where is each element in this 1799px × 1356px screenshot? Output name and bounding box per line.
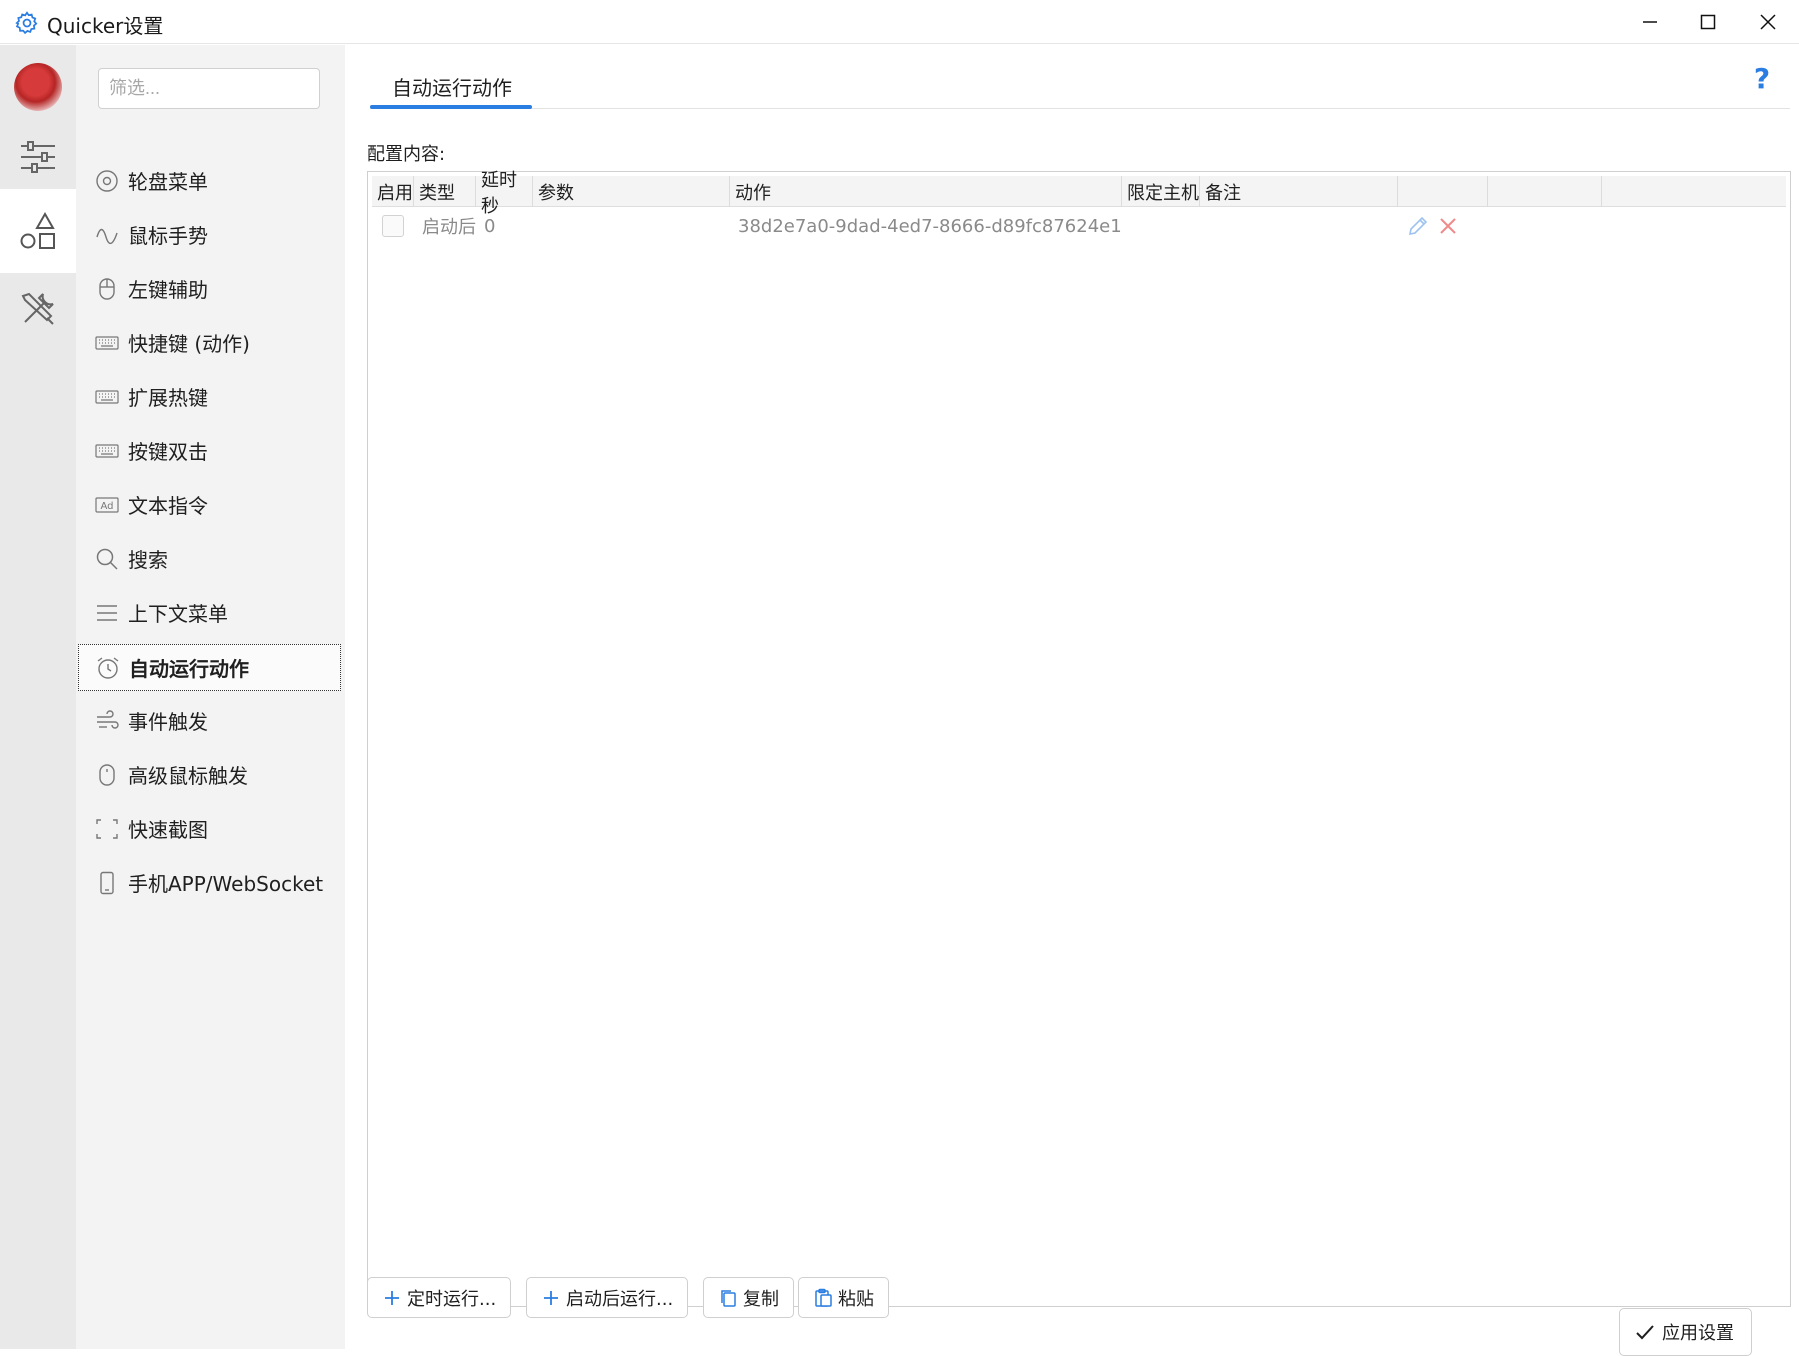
- copy-icon: [718, 1288, 738, 1308]
- add-timer-button[interactable]: 定时运行...: [367, 1277, 512, 1318]
- help-button[interactable]: ?: [1747, 61, 1777, 95]
- maximize-button[interactable]: [1677, 0, 1739, 44]
- svg-text:Ad: Ad: [100, 501, 113, 512]
- column-header-params[interactable]: 参数: [533, 176, 730, 207]
- enabled-checkbox[interactable]: [382, 208, 404, 244]
- table-header: 启用 类型 延时秒 参数 动作 限定主机 备注: [372, 170, 1786, 217]
- edit-row-button[interactable]: [1405, 213, 1431, 239]
- sidebar-item-auto-run[interactable]: 自动运行动作: [78, 644, 341, 691]
- column-header-enabled[interactable]: 启用: [372, 176, 414, 207]
- column-header-type[interactable]: 类型: [414, 176, 476, 207]
- paste-icon: [813, 1288, 833, 1308]
- sidebar-item-advanced-mouse[interactable]: 高级鼠标触发: [78, 751, 341, 798]
- sidebar-item-label: 轮盘菜单: [128, 170, 208, 194]
- shapes-icon: [20, 211, 55, 249]
- sliders-icon: [21, 141, 55, 173]
- add-startup-button[interactable]: 启动后运行...: [526, 1277, 689, 1318]
- sidebar-item-wheel-menu[interactable]: 轮盘菜单: [78, 157, 341, 204]
- rail-item-triggers[interactable]: [0, 189, 76, 273]
- rail-item-general[interactable]: [0, 115, 76, 199]
- sidebar-item-label: 搜索: [128, 548, 168, 572]
- keyboard-icon: [94, 384, 120, 410]
- window-title: Quicker设置: [47, 14, 164, 38]
- delete-row-button[interactable]: [1435, 213, 1461, 239]
- disc-icon: [94, 168, 120, 194]
- table-row[interactable]: 启动后 0 38d2e7a0-9dad-4ed7-8666-d89fc87624…: [372, 208, 1786, 244]
- column-header-action[interactable]: 动作: [730, 176, 1122, 207]
- row-action: 38d2e7a0-9dad-4ed7-8666-d89fc87624e1: [738, 215, 1122, 237]
- maximize-icon: [1700, 14, 1716, 30]
- close-icon: [1760, 14, 1776, 30]
- mouse-icon: [94, 762, 120, 788]
- wave-icon: [94, 222, 120, 248]
- row-type: 启动后: [422, 217, 476, 238]
- tab-active-indicator: [370, 105, 532, 109]
- row-delay: 0: [484, 215, 496, 237]
- search-icon: [94, 546, 120, 572]
- minimize-icon: [1643, 21, 1657, 23]
- main-panel: 自动运行动作 ? 配置内容: 启用 类型 延时秒 参数 动作 限定主机 备注 启…: [345, 45, 1799, 1356]
- column-header-spare: [1488, 176, 1602, 207]
- sidebar-item-left-click-assist[interactable]: 左键辅助: [78, 265, 341, 312]
- sidebar-item-context-menu[interactable]: 上下文菜单: [78, 589, 341, 636]
- sidebar-item-label: 鼠标手势: [128, 224, 208, 248]
- alarm-clock-icon: [95, 655, 121, 681]
- sidebar-item-label: 左键辅助: [128, 278, 208, 302]
- delete-x-icon: [1440, 218, 1456, 234]
- config-label: 配置内容:: [367, 144, 446, 165]
- checkmark-icon: [1636, 1325, 1654, 1340]
- minimize-button[interactable]: [1619, 0, 1681, 44]
- filter-input[interactable]: [98, 68, 320, 109]
- pencil-icon: [1408, 216, 1428, 236]
- paste-button[interactable]: 粘贴: [798, 1277, 889, 1318]
- sidebar-item-double-key[interactable]: 按键双击: [78, 427, 341, 474]
- keyboard-icon: [94, 438, 120, 464]
- sidebar-item-label: 自动运行动作: [129, 657, 249, 681]
- menu-icon: [94, 600, 120, 626]
- sidebar-item-label: 扩展热键: [128, 386, 208, 410]
- title-bar: Quicker设置: [0, 0, 1799, 44]
- plus-icon: [382, 1288, 402, 1308]
- close-button[interactable]: [1737, 0, 1799, 44]
- avatar[interactable]: [14, 63, 62, 111]
- sidebar-item-label: 快速截图: [128, 818, 208, 842]
- sidebar-item-label: 上下文菜单: [128, 602, 228, 626]
- tab-auto-run[interactable]: 自动运行动作: [370, 64, 534, 108]
- phone-icon: [94, 870, 120, 896]
- tools-icon: [21, 292, 54, 325]
- sidebar-item-extended-hotkey[interactable]: 扩展热键: [78, 373, 341, 420]
- keyboard-icon: [94, 330, 120, 356]
- sidebar-item-quick-screenshot[interactable]: 快速截图: [78, 805, 341, 852]
- column-header-delay[interactable]: 延时秒: [476, 170, 533, 217]
- left-rail: [0, 45, 76, 1349]
- sidebar-item-event-trigger[interactable]: 事件触发: [78, 697, 341, 744]
- column-header-host[interactable]: 限定主机: [1122, 176, 1200, 207]
- sidebar-item-label: 文本指令: [128, 494, 208, 518]
- sidebar-item-hotkey-action[interactable]: 快捷键 (动作): [78, 319, 341, 366]
- sidebar-item-label: 高级鼠标触发: [128, 764, 248, 788]
- mouse-icon: [94, 276, 120, 302]
- sidebar-item-label: 快捷键 (动作): [128, 332, 250, 356]
- sidebar-item-label: 手机APP/WebSocket: [128, 872, 324, 896]
- sidebar-item-mouse-gesture[interactable]: 鼠标手势: [78, 211, 341, 258]
- sidebar-item-mobile-app[interactable]: 手机APP/WebSocket: [78, 859, 341, 906]
- sidebar-item-label: 事件触发: [128, 710, 208, 734]
- tab-divider: [370, 108, 1790, 109]
- column-header-note[interactable]: 备注: [1200, 176, 1398, 207]
- sidebar-item-text-command[interactable]: Ad 文本指令: [78, 481, 341, 528]
- plus-icon: [541, 1288, 561, 1308]
- ad-icon: Ad: [94, 492, 120, 518]
- wind-icon: [94, 708, 120, 734]
- screenshot-icon: [94, 816, 120, 842]
- auto-run-table: 启用 类型 延时秒 参数 动作 限定主机 备注 启动后 0 38d2e7a0-9…: [367, 170, 1791, 1307]
- settings-nav: 轮盘菜单 鼠标手势 左键辅助 快捷键 (动作) 扩展热键 按键双击 Ad 文本指…: [76, 45, 345, 1349]
- rail-item-tools[interactable]: [0, 267, 76, 351]
- column-header-buttons: [1398, 176, 1488, 207]
- gear-icon: [15, 11, 38, 35]
- sidebar-item-search[interactable]: 搜索: [78, 535, 341, 582]
- copy-button[interactable]: 复制: [703, 1277, 794, 1318]
- sidebar-item-label: 按键双击: [128, 440, 208, 464]
